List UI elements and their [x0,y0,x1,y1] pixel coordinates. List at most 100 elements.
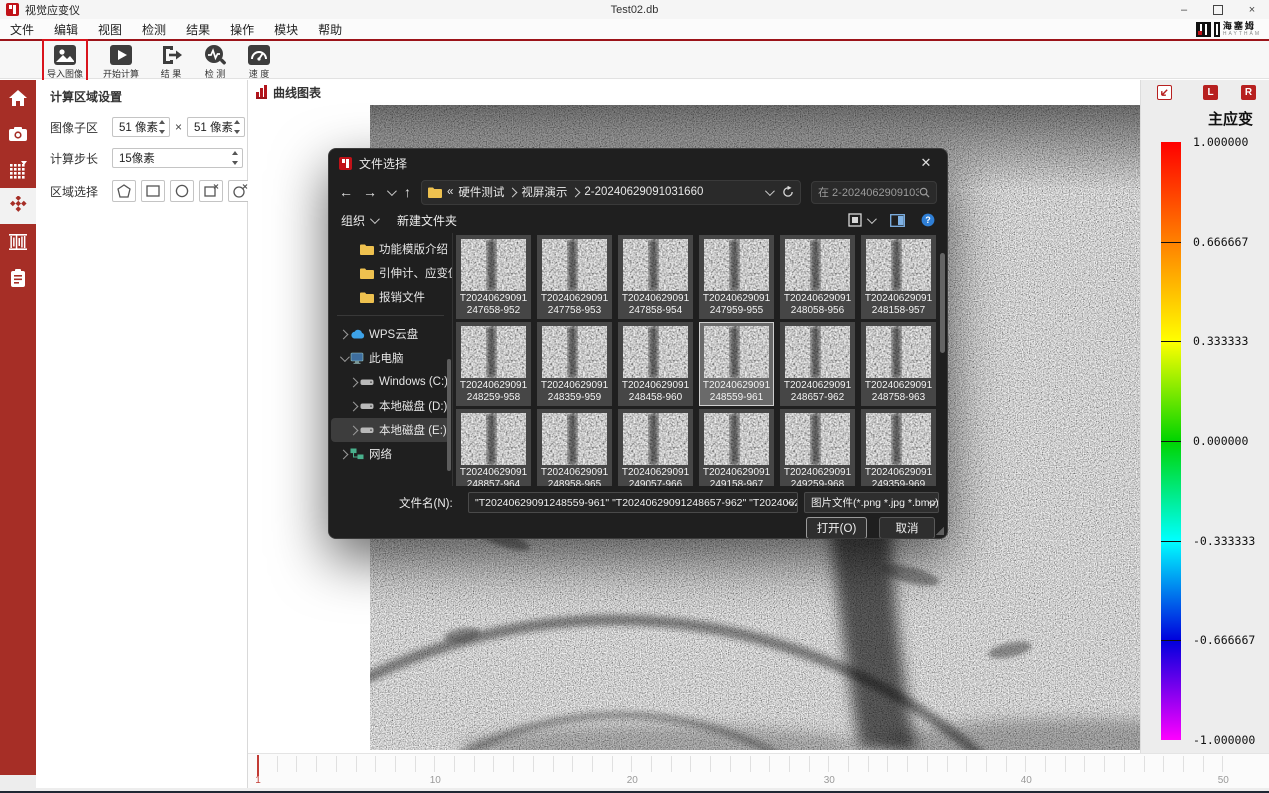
back-button[interactable]: ← [339,185,353,199]
menu-item-8[interactable]: 帮助 [308,19,352,39]
file-tile-label: T20240629091 248758-963 [864,380,933,403]
file-tile-T20240629091247758-953[interactable]: T20240629091 247758-953 [537,235,612,319]
file-tile-T20240629091249057-966[interactable]: T20240629091 249057-966 [618,409,693,493]
file-tile-T20240629091247658-952[interactable]: T20240629091 247658-952 [456,235,531,319]
up-button[interactable]: ↑ [404,185,411,199]
help-icon[interactable]: ? [921,213,935,227]
open-button[interactable]: 打开(O) [806,517,867,538]
left-camera-button[interactable]: L [1203,85,1218,100]
spinner-arrows-icon[interactable] [232,151,238,165]
spinner-arrows-icon[interactable] [159,120,165,134]
file-tile-T20240629091248158-957[interactable]: T20240629091 248158-957 [861,235,936,319]
subset-width-spinner[interactable]: 51 像素 [112,117,170,137]
menu-item-5[interactable]: 结果 [176,19,220,39]
sidebar-item-camera[interactable] [0,116,36,152]
cancel-button[interactable]: 取消 [879,517,935,538]
refresh-icon[interactable] [782,186,794,198]
region-tool-circle-button[interactable] [170,180,194,202]
step-spinner[interactable]: 15像素 [112,148,243,168]
sidebar-item-extensometer[interactable] [0,224,36,260]
sidebar-item-report[interactable] [0,260,36,296]
menu-item-4[interactable]: 检测 [132,19,176,39]
sidebar-item-home[interactable] [0,80,36,116]
file-tile-T20240629091247959-955[interactable]: T20240629091 247959-955 [699,235,774,319]
frame-timeline[interactable]: 1 10 20 30 40 50 [248,753,1269,789]
region-tool-erase-rect-button[interactable] [199,180,223,202]
file-tile-T20240629091247858-954[interactable]: T20240629091 247858-954 [618,235,693,319]
toolbar-inspect-button[interactable]: 检 测 [200,41,230,82]
file-scrollbar[interactable] [940,237,945,477]
subset-height-spinner[interactable]: 51 像素 [187,117,246,137]
tree-item[interactable]: 引伸计、应变仪 [331,261,452,285]
region-tool-rectangle-button[interactable] [141,180,165,202]
expand-chevron-icon[interactable] [348,377,358,387]
file-tile-T20240629091248359-959[interactable]: T20240629091 248359-959 [537,322,612,406]
search-input[interactable]: 在 2-2024062909103166... [811,180,937,204]
tree-item[interactable]: 报销文件 [331,285,450,309]
address-dropdown-icon[interactable] [764,185,775,196]
tree-item[interactable]: 本地磁盘 (E:) [331,418,450,442]
organize-label: 组织 [341,213,366,228]
file-tile-T20240629091248657-962[interactable]: T20240629091 248657-962 [780,322,855,406]
dock-left-button[interactable] [1157,85,1172,100]
view-mode-button[interactable] [848,213,877,227]
toolbar-results-button[interactable]: 结 果 [156,41,186,82]
file-tile-T20240629091248958-965[interactable]: T20240629091 248958-965 [537,409,612,493]
close-button[interactable]: × [1235,0,1269,19]
resize-grip[interactable] [936,527,944,535]
expand-chevron-icon[interactable] [348,401,358,411]
file-tile-T20240629091248559-961[interactable]: T20240629091 248559-961 [699,322,774,406]
spinner-arrows-icon[interactable] [234,120,241,134]
file-tile-T20240629091248857-964[interactable]: T20240629091 248857-964 [456,409,531,493]
speed-icon [248,45,271,65]
maximize-button[interactable] [1201,0,1235,19]
preview-pane-icon[interactable] [890,213,905,227]
filetype-combo[interactable]: 图片文件(*.png *.jpg *.bmp) [804,492,939,513]
minimize-button[interactable]: – [1167,0,1201,19]
toolbar-import-image-button[interactable]: 导入图像 [41,39,89,84]
sidebar-item-grid-edit[interactable] [0,152,36,188]
file-tile-T20240629091248259-958[interactable]: T20240629091 248259-958 [456,322,531,406]
collapse-chevron-icon[interactable] [339,351,350,362]
address-bar[interactable]: « 硬件测试 视屏演示 2-20240629091031660 [421,179,801,205]
file-tile-T20240629091249259-968[interactable]: T20240629091 249259-968 [780,409,855,493]
toolbar-label: 检 测 [204,69,226,79]
new-folder-button[interactable]: 新建文件夹 [397,212,457,229]
file-tile-T20240629091248458-960[interactable]: T20240629091 248458-960 [618,322,693,406]
menu-item-2[interactable]: 编辑 [44,19,88,39]
recent-locations-chevron-icon[interactable] [386,185,397,196]
file-tile-T20240629091248758-963[interactable]: T20240629091 248758-963 [861,322,936,406]
filename-input[interactable]: "T20240629091248559-961" "T2024062909124… [468,492,798,513]
region-tool-polygon-button[interactable] [112,180,136,202]
toolbar-start-calc-button[interactable]: 开始计算 [100,41,142,82]
tree-item[interactable]: 功能模版介绍 [331,237,450,261]
file-tile-label: T20240629091 247959-955 [702,293,771,316]
organize-button[interactable]: 组织 [341,212,380,229]
dialog-close-button[interactable]: ✕ [905,149,947,177]
forward-button[interactable]: → [363,185,377,199]
tree-item[interactable]: 网络 [331,442,450,466]
breadcrumb-item[interactable]: 硬件测试 [458,184,504,200]
timeline-cursor[interactable] [257,755,259,776]
menu-item-3[interactable]: 视图 [88,19,132,39]
tree-item[interactable]: 此电脑 [331,346,450,370]
breadcrumb-item[interactable]: 2-20240629091031660 [584,186,703,198]
tree-item[interactable]: WPS云盘 [331,322,450,346]
expand-chevron-icon[interactable] [338,449,348,459]
tree-item[interactable]: Windows (C:) [331,370,450,394]
file-tile-T20240629091249359-969[interactable]: T20240629091 249359-969 [861,409,936,493]
breadcrumb-item[interactable]: 视屏演示 [521,184,567,200]
tree-item[interactable]: 本地磁盘 (D:) [331,394,450,418]
menu-item-6[interactable]: 操作 [220,19,264,39]
toolbar-speed-button[interactable]: 速 度 [244,41,274,82]
sidebar-item-mesh[interactable] [0,188,36,224]
right-camera-button[interactable]: R [1241,85,1256,100]
tree-scrollbar[interactable] [447,359,451,471]
expand-chevron-icon[interactable] [338,329,348,339]
file-tile-T20240629091248058-956[interactable]: T20240629091 248058-956 [780,235,855,319]
file-tile-T20240629091249158-967[interactable]: T20240629091 249158-967 [699,409,774,493]
menu-item-1[interactable]: 文件 [0,19,44,39]
expand-chevron-icon[interactable] [348,425,358,435]
dialog-title-bar[interactable]: 文件选择 ✕ [329,149,947,177]
menu-item-7[interactable]: 模块 [264,19,308,39]
